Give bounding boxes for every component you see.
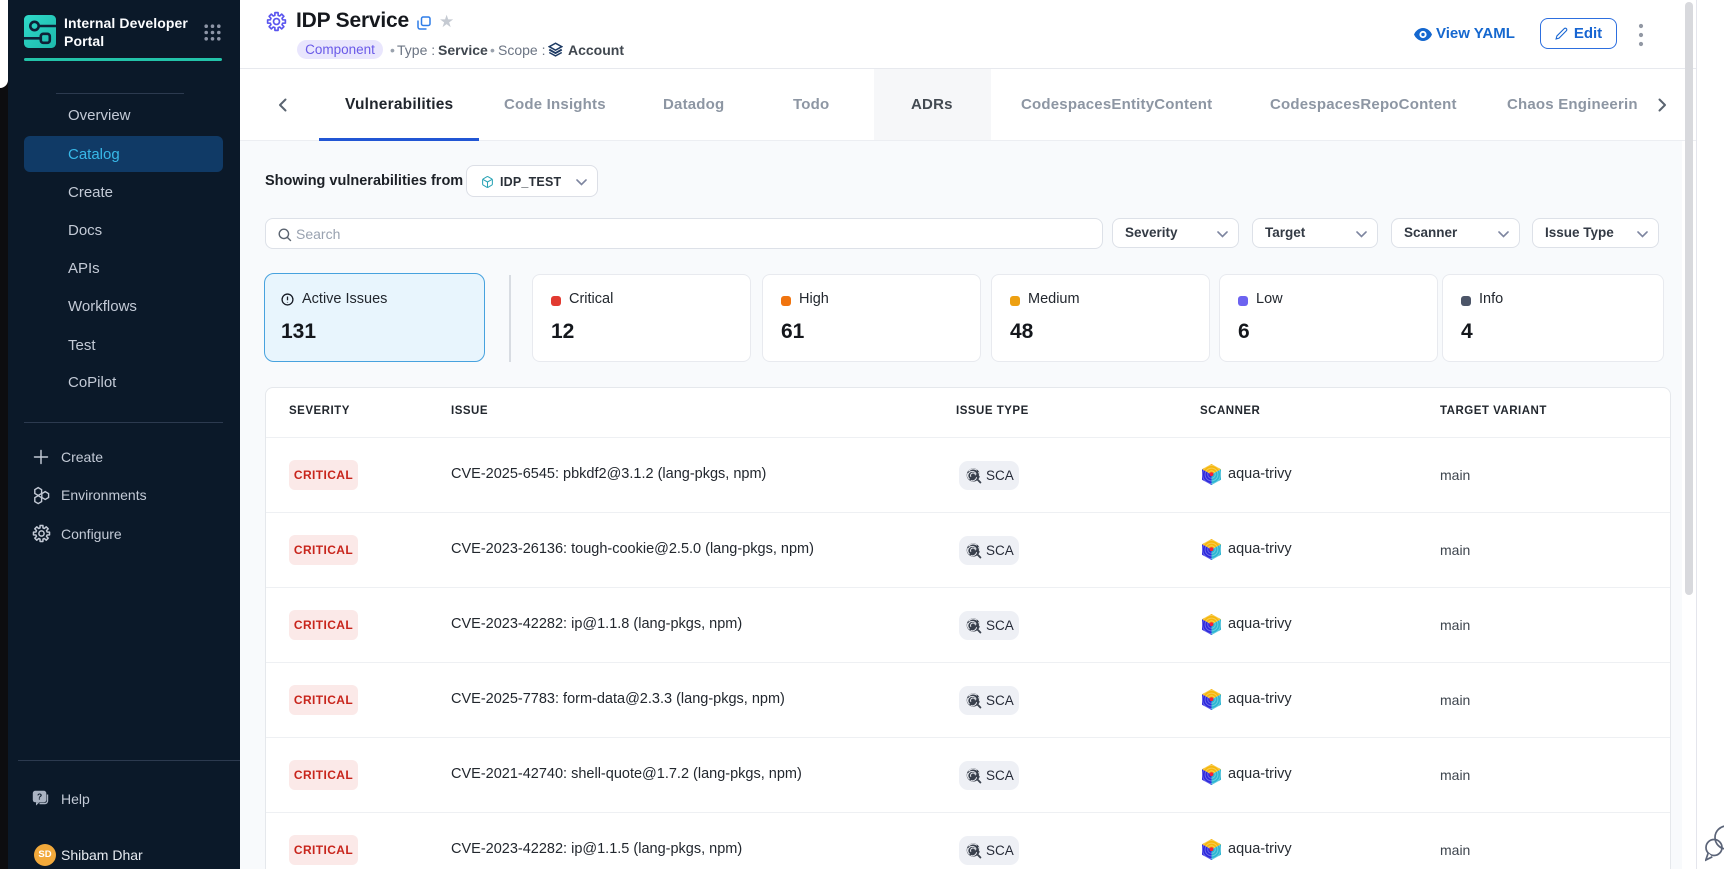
svg-text:?: ? bbox=[37, 792, 42, 802]
